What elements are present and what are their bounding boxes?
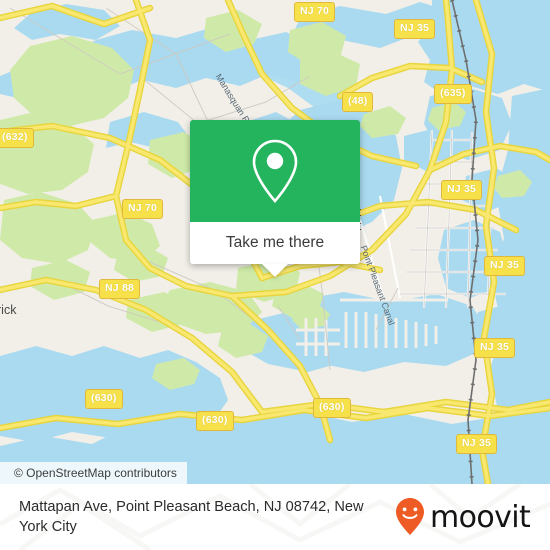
moovit-wordmark: moovit	[430, 499, 531, 535]
route-shield[interactable]: NJ 35	[394, 19, 436, 39]
route-shield[interactable]: (635)	[434, 84, 472, 104]
moovit-smiley-pin-icon	[396, 498, 424, 535]
footer-bar: Mattapan Ave, Point Pleasant Beach, NJ 0…	[0, 484, 550, 550]
route-shield[interactable]: NJ 70	[122, 199, 164, 219]
route-shield[interactable]: NJ 35	[456, 434, 498, 454]
route-shield[interactable]: NJ 35	[441, 180, 483, 200]
route-shield[interactable]: NJ 35	[484, 256, 526, 276]
route-shield[interactable]: (630)	[313, 398, 351, 418]
map-pin-icon	[252, 139, 298, 203]
route-shield[interactable]: (632)	[0, 128, 34, 148]
take-me-there-label: Take me there	[225, 234, 325, 251]
route-shield[interactable]: (48)	[342, 92, 374, 112]
moovit-logo[interactable]: moovit	[395, 497, 544, 537]
card-pointer-tail	[262, 264, 288, 277]
route-shield[interactable]: NJ 70	[294, 2, 336, 22]
map-place-label-brick: rick	[0, 303, 17, 317]
moovit-map-screenshot: Manasquan Ri Point Pleasant Canal rick i…	[0, 0, 550, 550]
route-shield[interactable]: (630)	[196, 411, 234, 431]
route-shield[interactable]: (630)	[85, 389, 123, 409]
route-shield[interactable]: NJ 88	[99, 279, 141, 299]
card-pin-area	[190, 120, 360, 222]
location-title: Mattapan Ave, Point Pleasant Beach, NJ 0…	[19, 499, 364, 535]
take-me-there-button[interactable]: Take me there	[190, 222, 360, 264]
destination-popup-card[interactable]: Take me there	[190, 120, 360, 277]
route-shield[interactable]: NJ 35	[474, 338, 516, 358]
osm-attribution-text: © OpenStreetMap contributors	[14, 466, 177, 480]
osm-attribution[interactable]: © OpenStreetMap contributors	[0, 462, 187, 484]
